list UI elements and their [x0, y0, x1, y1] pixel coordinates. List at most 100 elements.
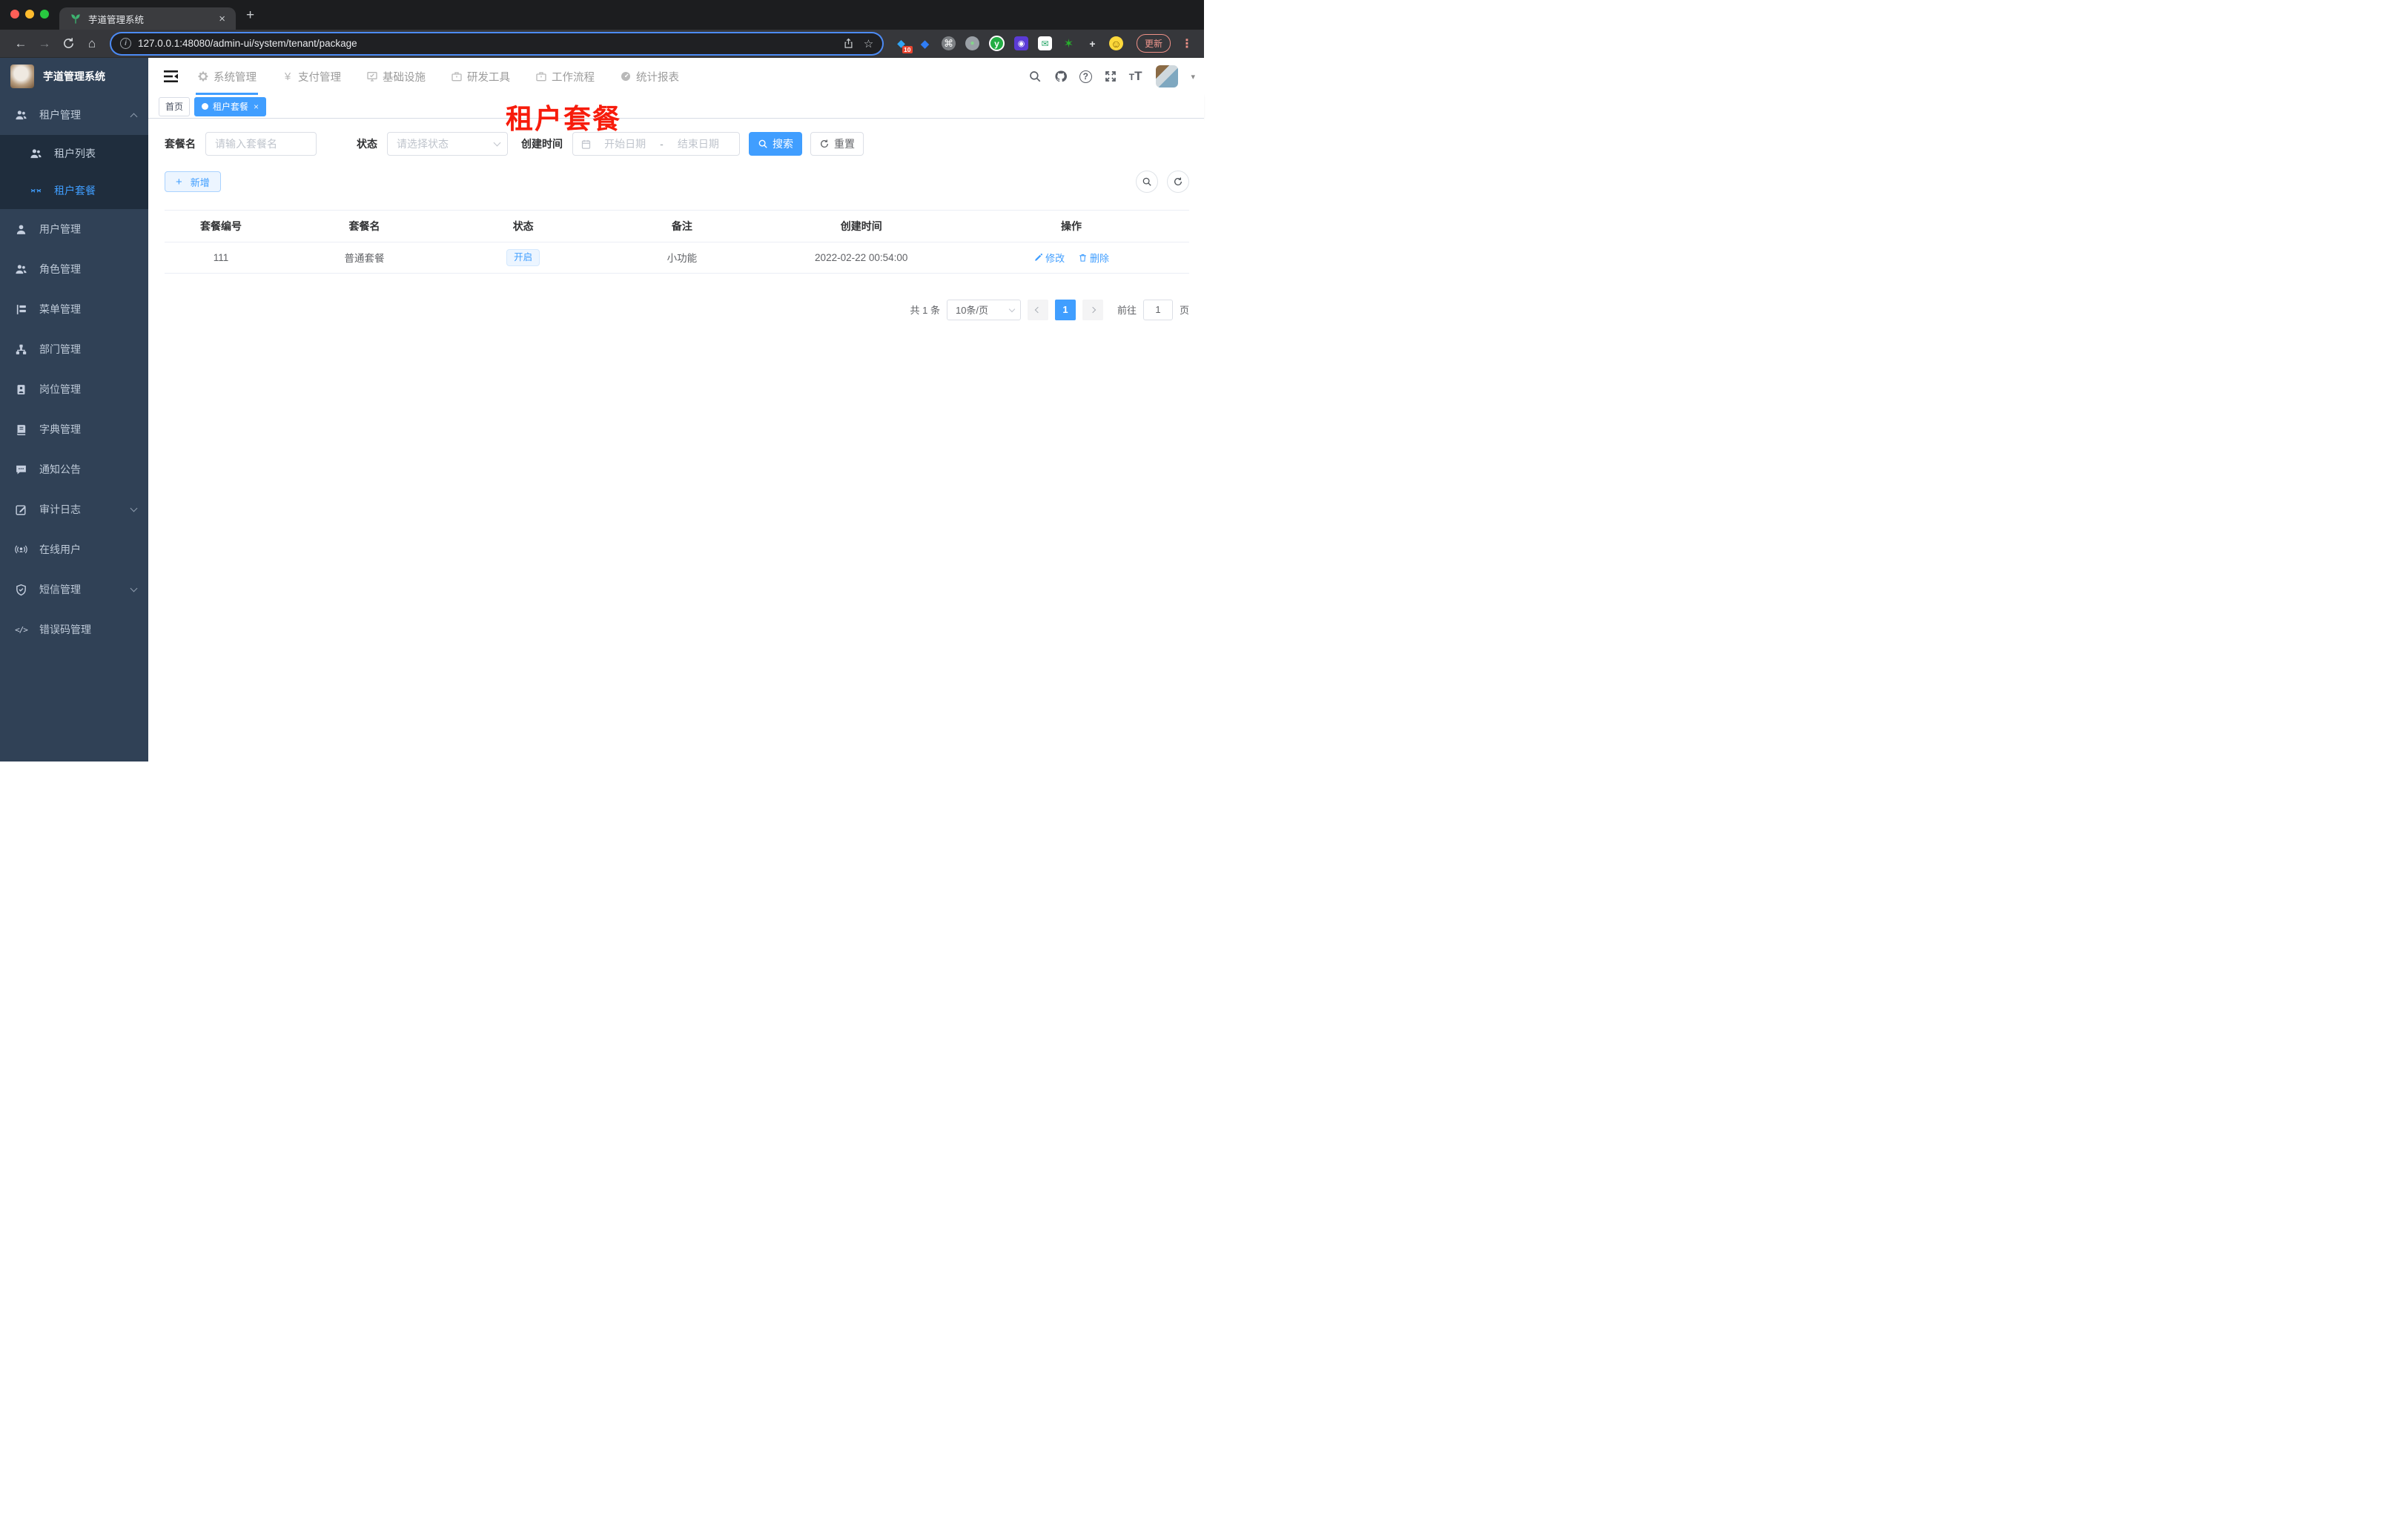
sidebar-item-post-management[interactable]: 岗位管理	[0, 369, 148, 409]
col-package-name: 套餐名	[277, 210, 452, 242]
y-extension-icon[interactable]: y	[989, 36, 1005, 51]
status-badge[interactable]: 开启	[506, 249, 540, 266]
next-page-button[interactable]	[1082, 299, 1103, 320]
fullscreen-icon[interactable]	[1103, 69, 1118, 84]
blue-diamond-extension-icon[interactable]: ◆ 10	[894, 36, 913, 53]
status-select[interactable]: 请选择状态	[387, 132, 508, 156]
sidebar-item-menu-management[interactable]: 菜单管理	[0, 289, 148, 329]
profile-avatar-icon[interactable]: ☺	[1109, 36, 1123, 50]
edit-link[interactable]: 修改	[1033, 251, 1065, 265]
browser-update-button[interactable]: 更新	[1137, 34, 1171, 53]
green-star-extension-icon[interactable]: ✶	[1062, 36, 1076, 50]
tab-workflow[interactable]: 工作流程	[535, 58, 595, 95]
end-date-placeholder[interactable]: 结束日期	[665, 136, 732, 151]
search-button[interactable]: 搜索	[749, 132, 802, 156]
sidebar-item-tenant-list[interactable]: 租户列表	[0, 135, 148, 172]
calendar-icon	[581, 139, 591, 149]
tab-infrastructure[interactable]: 基础设施	[366, 58, 426, 95]
package-name-input[interactable]	[205, 132, 317, 156]
chevron-right-icon	[1089, 306, 1096, 313]
sidebar-item-notice[interactable]: 通知公告	[0, 449, 148, 489]
gear-icon	[197, 70, 209, 82]
command-extension-icon[interactable]: ⌘	[942, 36, 956, 50]
minimize-window-button[interactable]	[25, 10, 34, 19]
start-date-placeholder[interactable]: 开始日期	[592, 136, 658, 151]
green-dot-extension-icon[interactable]: ●	[965, 36, 979, 50]
top-nav: 系统管理 ¥ 支付管理 基础设施 研发工具 工作流程 统计报表	[196, 58, 679, 95]
reload-icon	[63, 38, 73, 48]
reload-button[interactable]	[58, 33, 79, 54]
status-label: 状态	[357, 138, 377, 150]
forward-button[interactable]: →	[34, 33, 55, 54]
github-icon[interactable]	[1054, 69, 1068, 84]
logo-rabbit-image	[10, 65, 34, 88]
refresh-table-button[interactable]	[1167, 171, 1189, 193]
tab-report[interactable]: 统计报表	[620, 58, 679, 95]
users-icon	[15, 109, 27, 122]
share-icon[interactable]	[842, 37, 855, 50]
chevron-down-icon	[130, 584, 138, 592]
add-button[interactable]: + 新增	[165, 171, 221, 192]
tag-home[interactable]: 首页	[159, 96, 191, 116]
prev-page-button[interactable]	[1027, 299, 1048, 320]
purple-shield-extension-icon[interactable]: ◉	[1014, 36, 1028, 50]
search-icon[interactable]	[1028, 69, 1042, 84]
tab-system-management[interactable]: 系统管理	[196, 58, 258, 95]
sidebar-item-tenant-package[interactable]: 租户套餐	[0, 172, 148, 209]
font-size-icon[interactable]: TT	[1129, 69, 1142, 84]
browser-toolbar: ← → ⌂ i 127.0.0.1:48080/admin-ui/system/…	[0, 30, 1204, 58]
user-avatar[interactable]	[1156, 65, 1179, 87]
browser-menu-icon[interactable]: ⋮	[1181, 36, 1193, 51]
sidebar-item-error-code-management[interactable]: </> 错误码管理	[0, 609, 148, 650]
sidebar-item-sms-management[interactable]: 短信管理	[0, 569, 148, 609]
zoom-window-button[interactable]	[40, 10, 49, 19]
gem-extension-icon[interactable]: ◆	[918, 36, 932, 50]
tab-title: 芋道管理系统	[88, 14, 145, 25]
tab-dev-tools[interactable]: 研发工具	[451, 58, 510, 95]
address-bar[interactable]: i 127.0.0.1:48080/admin-ui/system/tenant…	[111, 33, 882, 54]
sidebar-item-user-management[interactable]: 用户管理	[0, 209, 148, 249]
avatar-caret-icon[interactable]: ▾	[1191, 72, 1195, 82]
tree-list-icon	[15, 303, 27, 316]
tab-favicon-plant-icon	[71, 14, 80, 24]
sidebar-item-dict-management[interactable]: 字典管理	[0, 409, 148, 449]
col-remark: 备注	[595, 210, 770, 242]
delete-link[interactable]: 删除	[1078, 251, 1109, 265]
sidebar-item-online-users[interactable]: 在线用户	[0, 529, 148, 569]
tab-payment-management[interactable]: ¥ 支付管理	[282, 58, 341, 95]
tab-close-icon[interactable]: ×	[216, 13, 228, 25]
package-name-label: 套餐名	[165, 138, 196, 150]
sidebar-item-dept-management[interactable]: 部门管理	[0, 329, 148, 369]
sidebar-item-role-management[interactable]: 角色管理	[0, 249, 148, 289]
page-size-select[interactable]: 10条/页	[946, 299, 1021, 320]
cell-created: 2022-02-22 00:54:00	[769, 242, 954, 274]
help-icon[interactable]: ?	[1079, 70, 1092, 83]
show-search-button[interactable]	[1136, 171, 1158, 193]
users-icon	[30, 148, 42, 160]
tag-close-icon[interactable]: ×	[254, 102, 259, 112]
package-table: 套餐编号 套餐名 状态 备注 创建时间 操作 111 普通套餐 开启 小功能 2…	[165, 210, 1189, 274]
tag-tenant-package[interactable]: 租户套餐 ×	[194, 96, 267, 116]
cell-package-id: 111	[165, 242, 278, 274]
bookmark-star-icon[interactable]: ☆	[862, 37, 875, 50]
home-button[interactable]: ⌂	[82, 33, 102, 54]
browser-tab[interactable]: 芋道管理系统 ×	[59, 7, 236, 30]
sidebar-item-tenant-management[interactable]: 租户管理	[0, 95, 148, 135]
table-tools	[1136, 171, 1189, 193]
back-button[interactable]: ←	[10, 33, 31, 54]
browser-window: 芋道管理系统 × + ← → ⌂ i 127.0.0.1:48080/admin…	[0, 0, 1204, 762]
trash-icon	[1079, 254, 1086, 262]
close-window-button[interactable]	[10, 10, 19, 19]
wink-eyes-icon	[30, 185, 42, 197]
current-page-button[interactable]: 1	[1054, 299, 1076, 320]
puzzle-extensions-icon[interactable]: +	[1085, 36, 1099, 50]
reset-button[interactable]: 重置	[810, 132, 864, 156]
sidebar-logo[interactable]: 芋道管理系统	[0, 58, 148, 95]
chat-bubble-icon	[15, 463, 27, 476]
sidebar-fold-icon[interactable]	[157, 63, 184, 90]
goto-page-input[interactable]	[1142, 299, 1173, 320]
sidebar-item-audit-log[interactable]: 审计日志	[0, 489, 148, 529]
site-info-icon[interactable]: i	[120, 38, 131, 49]
new-tab-button[interactable]: +	[246, 4, 254, 27]
chat-extension-icon[interactable]: ✉	[1038, 36, 1052, 50]
